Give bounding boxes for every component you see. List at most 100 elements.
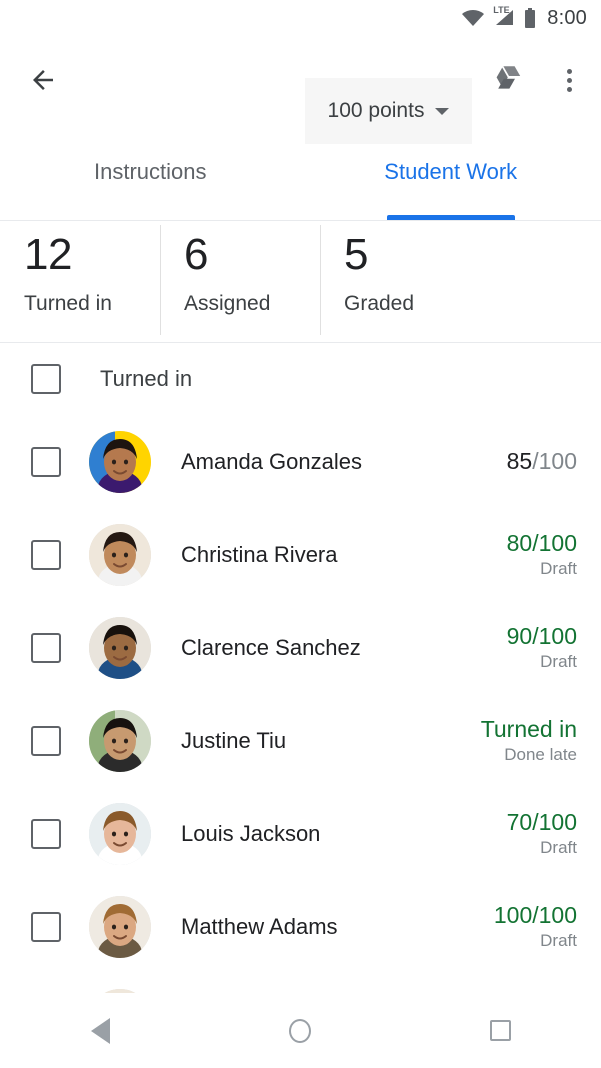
google-drive-icon: [496, 66, 521, 89]
student-score: 100/100: [494, 902, 577, 929]
avatar-louis-jackson: [89, 802, 151, 865]
tab-instructions[interactable]: Instructions: [0, 124, 301, 220]
status-bar: LTE 8:00: [0, 0, 601, 36]
stat-assigned: 6 Assigned: [160, 221, 320, 335]
list-section-header-label: Turned in: [100, 366, 193, 391]
student-score-value: 70/100: [506, 809, 577, 836]
student-name: Louis Jackson: [181, 820, 321, 846]
network-type-label: LTE: [493, 5, 510, 15]
tab-active-indicator: [386, 215, 515, 220]
summary-stats: 12 Turned in 6 Assigned 5 Graded: [0, 221, 601, 343]
student-name: Amanda Gonzales: [181, 448, 362, 474]
nav-back-icon: [90, 1017, 110, 1044]
student-row[interactable]: Clarence Sanchez 90/100 Draft: [0, 601, 601, 694]
select-all-checkbox[interactable]: [31, 364, 61, 394]
avatar-image: [89, 616, 151, 679]
student-row-checkbox[interactable]: [31, 446, 61, 477]
student-score-value: 100/100: [493, 902, 577, 929]
student-score-value: 80/100: [506, 530, 577, 557]
student-score: 70/100: [507, 809, 577, 836]
student-row[interactable]: Amanda Gonzales 85/100: [0, 415, 601, 508]
student-name: Clarence Sanchez: [181, 634, 361, 660]
student-score-subtitle: Draft: [540, 651, 577, 671]
student-row-checkbox[interactable]: [31, 911, 61, 942]
stat-turned-in: 12 Turned in: [0, 221, 160, 316]
stat-assigned-count: 6: [184, 230, 208, 279]
tab-instructions-label: Instructions: [94, 159, 207, 184]
student-score-value: 85: [506, 447, 533, 474]
avatar-image: [89, 523, 151, 586]
student-status: 100/100 Draft: [494, 902, 577, 950]
stat-graded-label: Graded: [344, 291, 415, 315]
student-score: 85/100: [507, 448, 577, 475]
student-row-checkbox[interactable]: [31, 632, 61, 663]
list-section-header: Turned in: [0, 343, 601, 415]
points-value-label: 100 points: [327, 99, 425, 122]
student-name: Christina Rivera: [181, 541, 338, 567]
nav-home-icon: [289, 1018, 312, 1043]
nav-back-button[interactable]: [65, 996, 135, 1066]
student-status: 80/100 Draft: [507, 530, 577, 578]
student-name: Matthew Adams: [181, 913, 338, 939]
student-status: 90/100 Draft: [507, 623, 577, 671]
stat-assigned-label: Assigned: [184, 291, 271, 315]
student-score-value: 90/100: [506, 623, 577, 650]
more-vertical-icon-dot-2: [566, 77, 572, 83]
nav-recents-button[interactable]: [466, 996, 536, 1066]
cellular-signal-icon: LTE: [493, 5, 515, 27]
overflow-menu-button[interactable]: [551, 58, 587, 102]
student-score-value: Turned in: [480, 716, 577, 743]
student-row-partial[interactable]: [0, 973, 601, 993]
student-status: Turned in Done late: [481, 716, 577, 764]
avatar-image: [89, 709, 151, 772]
stat-graded: 5 Graded: [320, 221, 480, 335]
avatar-image: [89, 430, 151, 493]
more-vertical-icon-dot-1: [566, 68, 572, 74]
avatar-justine-tiu: [89, 709, 151, 772]
avatar-amanda-gonzales: [89, 430, 151, 493]
student-score: Turned in: [481, 716, 577, 743]
student-status: 85/100: [507, 448, 577, 475]
nav-recents-icon: [490, 1020, 512, 1041]
student-score-subtitle: Done late: [504, 744, 577, 764]
stat-turned-in-count: 12: [24, 230, 72, 279]
student-score: 80/100: [507, 530, 577, 557]
student-rows-container: Amanda Gonzales 85/100 Christina Rivera …: [0, 415, 601, 993]
avatar-christina-rivera: [89, 523, 151, 586]
stat-turned-in-label: Turned in: [24, 291, 112, 315]
student-name: Justine Tiu: [181, 727, 287, 753]
tab-student-work[interactable]: Student Work: [301, 124, 601, 220]
stat-graded-count: 5: [344, 230, 368, 279]
student-score-max: /100: [532, 447, 577, 474]
battery-icon: [524, 7, 536, 29]
tab-student-work-label: Student Work: [384, 159, 518, 184]
student-row-checkbox[interactable]: [31, 725, 61, 756]
student-row-checkbox[interactable]: [31, 539, 61, 570]
back-button[interactable]: [22, 59, 64, 101]
student-row-checkbox[interactable]: [31, 818, 61, 849]
student-work-screen: LTE 8:00 100 points Instructions Student…: [0, 0, 601, 1068]
student-row[interactable]: Christina Rivera 80/100 Draft: [0, 508, 601, 601]
avatar-image: [89, 895, 151, 958]
student-score: 90/100: [507, 623, 577, 650]
tab-bar: Instructions Student Work: [0, 124, 601, 221]
chevron-down-icon: [435, 107, 450, 115]
avatar-matthew-adams: [89, 895, 151, 958]
avatar-image: [89, 802, 151, 865]
student-score-subtitle: Draft: [540, 930, 577, 950]
nav-home-button[interactable]: [265, 996, 335, 1066]
student-score-subtitle: Draft: [540, 558, 577, 578]
student-row[interactable]: Justine Tiu Turned in Done late: [0, 694, 601, 787]
back-arrow-icon: [33, 70, 53, 90]
student-list[interactable]: Turned in Amanda Gonzales 85/100 Christi…: [0, 343, 601, 993]
student-score-subtitle: Draft: [540, 837, 577, 857]
more-vertical-icon-dot-3: [566, 86, 572, 92]
google-drive-button[interactable]: [487, 58, 531, 102]
student-row[interactable]: Louis Jackson 70/100 Draft: [0, 787, 601, 880]
android-navigation-bar: [0, 993, 601, 1068]
student-row[interactable]: Matthew Adams 100/100 Draft: [0, 880, 601, 973]
avatar-clarence-sanchez: [89, 616, 151, 679]
status-bar-clock: 8:00: [547, 6, 587, 29]
wifi-icon: [461, 9, 485, 27]
app-toolbar: 100 points: [0, 36, 601, 144]
